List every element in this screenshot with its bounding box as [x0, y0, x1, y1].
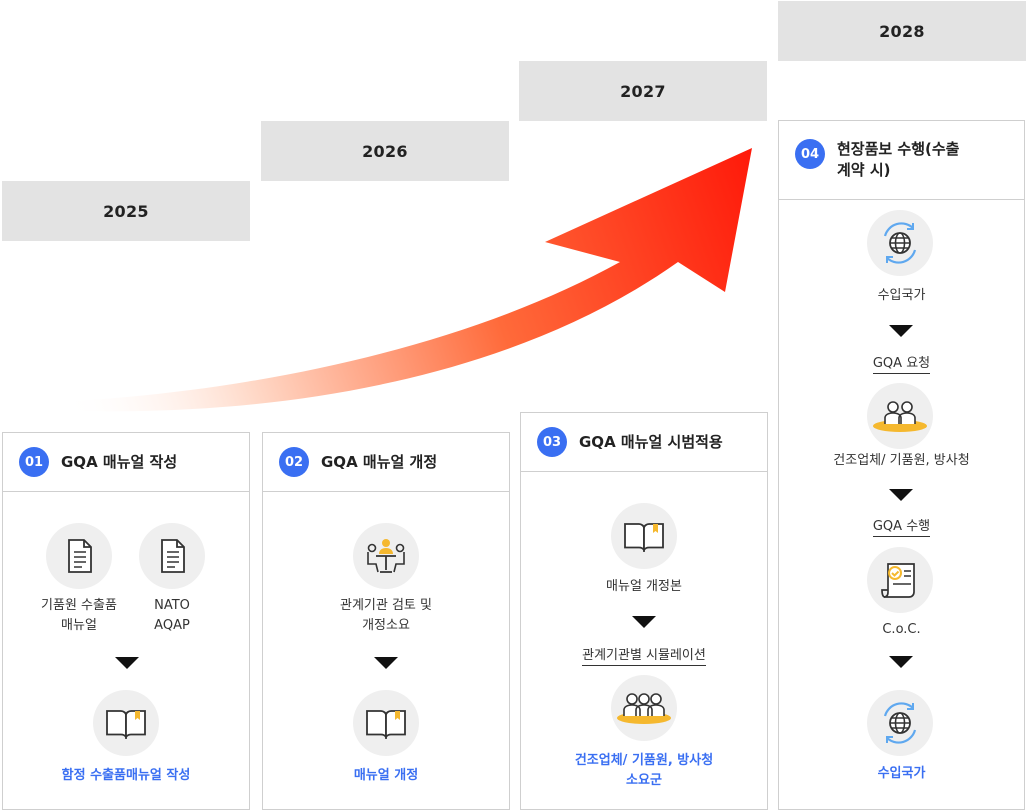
card-title: GQA 매뉴얼 시범적용 [579, 432, 723, 451]
card-step-1: 01 GQA 매뉴얼 작성 기품원 수출품 매뉴얼 NATO AQAP 함정 수… [2, 432, 250, 810]
card-step-3: 03 GQA 매뉴얼 시범적용 매뉴얼 개정본 관계기관별 시뮬레이션 건조업체… [520, 412, 768, 810]
step-label: GQA 요청 [779, 354, 1024, 374]
item-label: 수입국가 [877, 288, 926, 303]
card-title: GQA 매뉴얼 개정 [321, 452, 438, 471]
card-header: 04 현장품보 수행(수출 계약 시) [779, 121, 1024, 200]
card-header: 02 GQA 매뉴얼 개정 [263, 433, 509, 492]
result-label: 함정 수출품매뉴얼 작성 [61, 768, 191, 783]
document-icon [139, 523, 205, 589]
card-header: 01 GQA 매뉴얼 작성 [3, 433, 249, 492]
down-arrow-icon [374, 657, 398, 669]
card-step-4: 04 현장품보 수행(수출 계약 시) 수입국가 GQA 요청 건조업체/ 기품… [778, 120, 1025, 810]
step-text: GQA 수행 [872, 519, 931, 537]
down-arrow-icon [115, 657, 139, 669]
meeting-icon [353, 523, 419, 589]
step-text: GQA 요청 [872, 356, 931, 374]
down-arrow-icon [889, 656, 913, 668]
item-label: 기품원 수출품 매뉴얼 [41, 598, 117, 633]
certificate-icon [867, 547, 933, 613]
book-icon [93, 690, 159, 756]
card-title: 현장품보 수행(수출 계약 시) [837, 140, 960, 179]
item-label: 매뉴얼 개정본 [606, 579, 682, 594]
step-badge: 01 [19, 447, 49, 477]
item-label: 관계기관 검토 및 개정소요 [340, 598, 432, 633]
card-step-2: 02 GQA 매뉴얼 개정 관계기관 검토 및 개정소요 매뉴얼 개정 [262, 432, 510, 810]
year-2028: 2028 [778, 1, 1026, 61]
step-label: GQA 수행 [779, 517, 1024, 537]
down-arrow-icon [889, 489, 913, 501]
down-arrow-icon [632, 616, 656, 628]
step-badge: 02 [279, 447, 309, 477]
card-header: 03 GQA 매뉴얼 시범적용 [521, 413, 767, 472]
item-label: C.o.C. [882, 622, 921, 637]
step-label: 관계기관별 시뮬레이션 [521, 646, 767, 666]
globe-icon [867, 690, 933, 756]
document-icon [46, 523, 112, 589]
down-arrow-icon [889, 325, 913, 337]
book-icon [611, 503, 677, 569]
result-label: 수입국가 [877, 766, 926, 781]
card-title: GQA 매뉴얼 작성 [61, 452, 178, 471]
item-label: 건조업체/ 기품원, 방사청 [833, 453, 970, 468]
book-icon [353, 690, 419, 756]
year-2027: 2027 [519, 61, 767, 121]
group-icon [611, 675, 677, 741]
year-2025: 2025 [2, 181, 250, 241]
group-icon [867, 383, 933, 449]
step-badge: 04 [795, 139, 825, 169]
step-badge: 03 [537, 427, 567, 457]
result-label: 건조업체/ 기품원, 방사청 소요군 [574, 753, 714, 788]
year-2026: 2026 [261, 121, 509, 181]
globe-icon [867, 210, 933, 276]
result-label: 매뉴얼 개정 [353, 768, 419, 783]
item-label: NATO AQAP [154, 598, 190, 633]
step-text: 관계기관별 시뮬레이션 [582, 648, 706, 666]
